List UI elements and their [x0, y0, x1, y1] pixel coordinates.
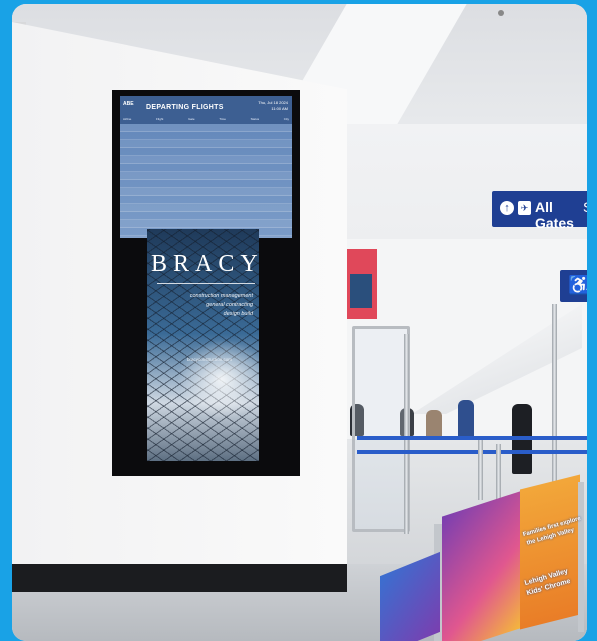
column-header: Airline — [123, 117, 132, 121]
queue-belt — [357, 450, 587, 454]
wall-baseboard — [12, 564, 347, 592]
departures-row — [120, 132, 292, 140]
glass-barrier — [352, 326, 410, 532]
departures-title: DEPARTING FLIGHTS — [146, 104, 224, 111]
traveler — [458, 400, 474, 438]
departures-row — [120, 196, 292, 204]
ad-tagline: construction management — [189, 293, 253, 299]
kids-panel — [520, 474, 580, 630]
wall-screen — [350, 274, 372, 308]
departures-row — [120, 212, 292, 220]
gates-extra: S — [583, 199, 587, 215]
gates-label: All Gates — [535, 199, 574, 231]
ad-url: bracyconstruction.com — [187, 357, 233, 362]
departures-row — [120, 220, 292, 228]
airport-logo: ABE — [123, 101, 134, 107]
ad-tagline: design build — [223, 311, 253, 317]
departures-row — [120, 124, 292, 132]
photo-frame: ABE DEPARTING FLIGHTS Thu, Jul 18 2024 1… — [0, 0, 597, 641]
accessibility-sign: ♿ A — [560, 270, 587, 302]
ad-divider — [157, 283, 255, 284]
panel-frame — [578, 482, 584, 632]
departures-header: ABE DEPARTING FLIGHTS Thu, Jul 18 2024 1… — [120, 96, 292, 124]
departures-row — [120, 156, 292, 164]
departures-rows — [120, 124, 292, 238]
column-header: Gate — [188, 117, 195, 121]
departures-time: 11:00 AM — [271, 106, 288, 111]
departures-row — [120, 180, 292, 188]
departures-board: ABE DEPARTING FLIGHTS Thu, Jul 18 2024 1… — [120, 96, 292, 238]
column-header: City — [283, 117, 289, 121]
departures-row — [120, 148, 292, 156]
column-header: Flight — [156, 117, 164, 121]
departures-row — [120, 172, 292, 180]
departures-row — [120, 188, 292, 196]
stanchion-post — [552, 304, 557, 484]
gates-sign: ↑ ✈ All Gates S — [492, 191, 587, 231]
plane-icon: ✈ — [518, 201, 531, 215]
queue-belt — [357, 436, 587, 440]
ceiling-light — [498, 10, 504, 16]
ad-tagline: general contracting — [206, 302, 253, 308]
ad-brand: BRACY — [151, 251, 259, 277]
departures-row — [120, 164, 292, 172]
departures-date: Thu, Jul 18 2024 — [258, 100, 288, 105]
column-header: Time — [219, 117, 226, 121]
departures-row — [120, 140, 292, 148]
stanchion-post — [496, 444, 501, 504]
advertisement-screen: BRACY construction management general co… — [147, 229, 259, 461]
kids-panel — [442, 491, 520, 641]
ad-skylight — [177, 339, 259, 419]
departures-columns: Airline Flight Gate Time Status City — [123, 117, 289, 121]
terminal-photo: ABE DEPARTING FLIGHTS Thu, Jul 18 2024 1… — [12, 4, 587, 641]
departures-row — [120, 204, 292, 212]
column-header: Status — [250, 117, 260, 121]
arrow-up-icon: ↑ — [500, 201, 514, 215]
stanchion-post — [404, 334, 409, 534]
stanchion-post — [478, 440, 483, 500]
wheelchair-icon: ♿ — [568, 275, 587, 295]
access-letter: A — [586, 277, 587, 293]
